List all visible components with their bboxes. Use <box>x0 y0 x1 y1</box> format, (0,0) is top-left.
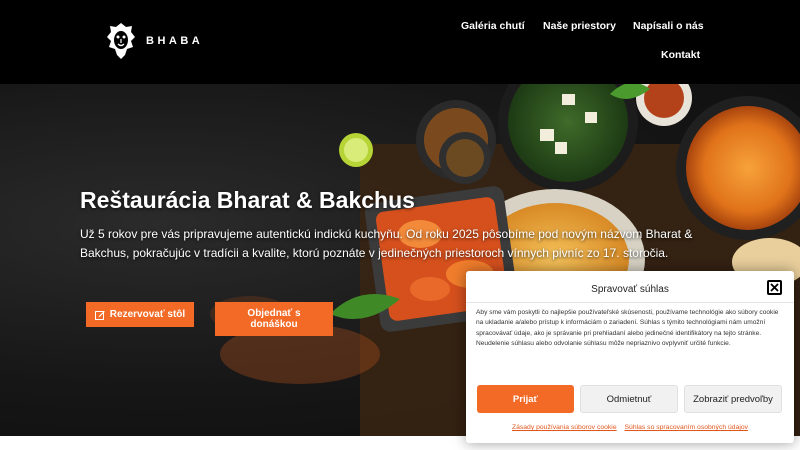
preferences-button[interactable]: Zobraziť predvoľby <box>684 385 782 413</box>
close-button[interactable] <box>767 280 782 295</box>
edit-icon <box>94 310 105 320</box>
nav-contact[interactable]: Kontakt <box>661 49 700 61</box>
order-delivery-label: Objednať s donáškou <box>247 308 301 330</box>
brand-logo[interactable]: BHABA <box>106 22 203 60</box>
reserve-table-label: Rezervovať stôl <box>109 309 186 320</box>
cookie-consent-dialog: Spravovať súhlas Aby sme vám poskytli čo… <box>466 271 794 443</box>
accept-button[interactable]: Prijať <box>477 385 574 413</box>
deny-button[interactable]: Odmietnuť <box>580 385 678 413</box>
cookie-links: Zásady používania súborov cookie Súhlas … <box>466 424 794 431</box>
site-header: BHABA Galéria chutí Naše priestory Napís… <box>0 0 800 84</box>
divider <box>466 302 794 303</box>
nav-gallery[interactable]: Galéria chutí <box>461 20 525 32</box>
cookie-dialog-text: Aby sme vám poskytli čo najlepšie použív… <box>476 309 779 348</box>
reserve-table-button[interactable]: Rezervovať stôl <box>86 302 194 327</box>
lion-face-icon <box>107 23 135 59</box>
privacy-consent-link[interactable]: Súhlas so spracovaním osobných údajov <box>625 424 749 431</box>
order-delivery-button[interactable]: Objednať s donáškou <box>215 302 333 336</box>
hero-title: Reštaurácia Bharat & Bakchus <box>80 187 415 213</box>
close-icon <box>770 283 779 292</box>
nav-spaces[interactable]: Naše priestory <box>543 20 616 32</box>
cookie-dialog-title: Spravovať súhlas <box>591 284 669 295</box>
hero-description: Už 5 rokov pre vás pripravujeme autentic… <box>80 227 693 260</box>
brand-name: BHABA <box>146 35 204 47</box>
nav-press[interactable]: Napísali o nás <box>633 20 704 32</box>
cookie-policy-link[interactable]: Zásady používania súborov cookie <box>512 424 617 431</box>
